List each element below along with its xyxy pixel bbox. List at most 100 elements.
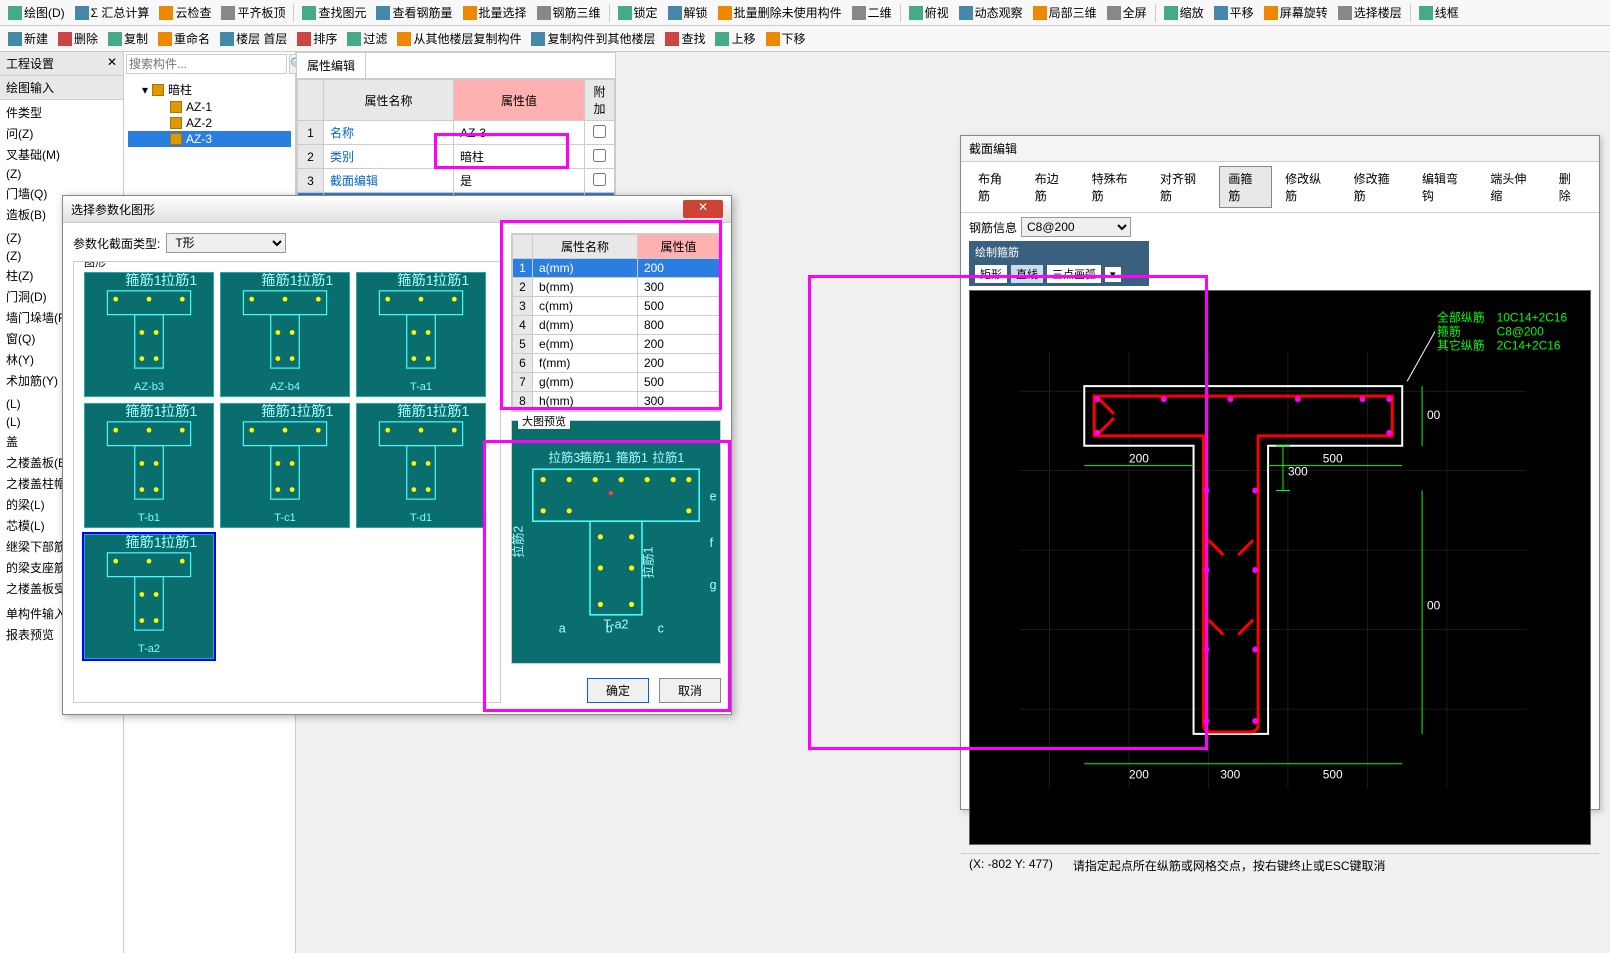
toolbar-item[interactable]: 查看钢筋量 xyxy=(372,2,456,23)
toolbar-item[interactable]: 缩放 xyxy=(1160,2,1208,23)
toolbar-item[interactable]: 复制 xyxy=(104,28,152,49)
draw-tool-button[interactable]: 矩形 xyxy=(975,265,1007,283)
toolbar-icon xyxy=(159,6,173,20)
toolbar-item[interactable]: 上移 xyxy=(711,28,759,49)
toolbar-item[interactable]: 平齐板顶 xyxy=(217,2,289,23)
toolbar-item[interactable]: 下移 xyxy=(762,28,810,49)
svg-text:拉筋1: 拉筋1 xyxy=(433,404,470,420)
property-row[interactable]: 2类别暗柱 xyxy=(298,145,615,169)
property-row[interactable]: 1名称AZ-3 xyxy=(298,121,615,145)
toolbar-item[interactable]: 解锁 xyxy=(664,2,712,23)
toolbar-item[interactable]: 删除 xyxy=(54,28,102,49)
toolbar-item[interactable]: 排序 xyxy=(293,28,341,49)
toolbar-item[interactable]: 二维 xyxy=(848,2,896,23)
cad-tab[interactable]: 修改纵筋 xyxy=(1276,166,1340,208)
toolbar-icon xyxy=(376,6,390,20)
cancel-button[interactable]: 取消 xyxy=(659,678,721,703)
toolbar-item[interactable]: 绘图(D) xyxy=(4,2,69,23)
extra-checkbox[interactable] xyxy=(593,149,606,162)
sidebar-item[interactable]: 件类型 xyxy=(0,102,123,123)
sidebar-item[interactable]: 叉基础(M) xyxy=(0,144,123,165)
tree-node[interactable]: AZ-2 xyxy=(128,115,291,131)
tree-node[interactable]: AZ-1 xyxy=(128,99,291,115)
toolbar-item[interactable]: 俯视 xyxy=(905,2,953,23)
svg-text:拉筋1: 拉筋1 xyxy=(433,273,470,289)
cad-tab[interactable]: 布角筋 xyxy=(969,166,1022,208)
column-icon xyxy=(170,133,182,145)
section-type-select[interactable]: T形 xyxy=(166,233,286,253)
toolbar-icon xyxy=(220,32,234,46)
toolbar-item[interactable]: Σ 汇总计算 xyxy=(71,2,154,23)
shape-card[interactable]: 箍筋1拉筋1AZ-b4 xyxy=(220,272,350,397)
svg-text:2C14+2C16: 2C14+2C16 xyxy=(1497,338,1561,352)
tab-property-edit[interactable]: 属性编辑 xyxy=(297,53,366,78)
sidebar-item[interactable]: 问(Z) xyxy=(0,123,123,144)
cad-tab[interactable]: 画箍筋 xyxy=(1219,166,1272,208)
toolbar-item[interactable]: 屏幕旋转 xyxy=(1260,2,1332,23)
cad-viewport[interactable]: 200 500 300 00 00 200 300 500 全部纵筋10C14+… xyxy=(969,290,1591,845)
svg-text:拉筋1: 拉筋1 xyxy=(161,404,198,420)
cad-tab[interactable]: 修改箍筋 xyxy=(1345,166,1409,208)
svg-text:e: e xyxy=(710,489,717,503)
rebar-info-select[interactable]: C8@200 xyxy=(1021,217,1131,237)
toolbar-item[interactable]: 批量选择 xyxy=(459,2,531,23)
cad-tab[interactable]: 端头伸缩 xyxy=(1481,166,1545,208)
extra-checkbox[interactable] xyxy=(593,173,606,186)
toolbar-item[interactable]: 查找 xyxy=(661,28,709,49)
toolbar-item[interactable]: 批量删除未使用构件 xyxy=(714,2,846,23)
toolbar-item[interactable]: 从其他楼层复制构件 xyxy=(393,28,525,49)
shape-card[interactable]: 箍筋1拉筋1T-d1 xyxy=(356,403,486,528)
param-row[interactable]: 4d(mm)800 xyxy=(513,316,720,335)
toolbar-item[interactable]: 重命名 xyxy=(154,28,214,49)
toolbar-item[interactable]: 过滤 xyxy=(343,28,391,49)
toolbar-item[interactable]: 动态观察 xyxy=(955,2,1027,23)
property-row[interactable]: 3截面编辑是 xyxy=(298,169,615,193)
toolbar-icon xyxy=(665,32,679,46)
cad-tab[interactable]: 编辑弯钩 xyxy=(1413,166,1477,208)
param-row[interactable]: 6f(mm)200 xyxy=(513,354,720,373)
cad-tab[interactable]: 特殊布筋 xyxy=(1083,166,1147,208)
ok-button[interactable]: 确定 xyxy=(587,678,649,703)
cad-tab[interactable]: 删除 xyxy=(1550,166,1591,208)
shape-card[interactable]: 箍筋1拉筋1T-a2 xyxy=(84,534,214,659)
sidebar-item[interactable]: (Z) xyxy=(0,165,123,183)
toolbar-item[interactable]: 选择楼层 xyxy=(1334,2,1406,23)
column-icon xyxy=(170,117,182,129)
shape-card[interactable]: 箍筋1拉筋1AZ-b3 xyxy=(84,272,214,397)
draw-tool-button[interactable]: 直线 xyxy=(1011,265,1043,283)
cad-tab[interactable]: 布边筋 xyxy=(1026,166,1079,208)
shape-card[interactable]: 箍筋1拉筋1T-a1 xyxy=(356,272,486,397)
close-icon[interactable]: ✕ xyxy=(107,55,117,69)
toolbar-item[interactable]: 局部三维 xyxy=(1029,2,1101,23)
toolbar-item[interactable]: 查找图元 xyxy=(298,2,370,23)
search-input[interactable] xyxy=(126,54,287,74)
tool-dropdown[interactable]: ▾ xyxy=(1105,267,1121,282)
toolbar-item[interactable]: 新建 xyxy=(4,28,52,49)
cad-tab[interactable]: 对齐钢筋 xyxy=(1151,166,1215,208)
tree-root[interactable]: ▾ 暗柱 xyxy=(128,80,291,99)
toolbar-item[interactable]: 全屏 xyxy=(1103,2,1151,23)
toolbar-item[interactable]: 线框 xyxy=(1415,2,1463,23)
extra-checkbox[interactable] xyxy=(593,125,606,138)
toolbar-item[interactable]: 云检查 xyxy=(155,2,215,23)
toolbar-item[interactable]: 钢筋三维 xyxy=(533,2,605,23)
param-row[interactable]: 3c(mm)500 xyxy=(513,297,720,316)
param-row[interactable]: 7g(mm)500 xyxy=(513,373,720,392)
param-row[interactable]: 1a(mm)200 xyxy=(513,259,720,278)
shape-card[interactable]: 箍筋1拉筋1T-c1 xyxy=(220,403,350,528)
toolbar-item[interactable]: 平移 xyxy=(1210,2,1258,23)
close-icon[interactable]: ✕ xyxy=(683,200,723,218)
toolbar-item[interactable]: 复制构件到其他楼层 xyxy=(527,28,659,49)
svg-text:200: 200 xyxy=(1129,452,1149,466)
svg-text:200: 200 xyxy=(1129,768,1149,782)
toolbar-icon xyxy=(108,32,122,46)
param-row[interactable]: 8h(mm)300 xyxy=(513,392,720,411)
param-row[interactable]: 5e(mm)200 xyxy=(513,335,720,354)
shape-card[interactable]: 箍筋1拉筋1T-b1 xyxy=(84,403,214,528)
tree-node[interactable]: AZ-3 xyxy=(128,131,291,147)
draw-tool-button[interactable]: 三点画弧 xyxy=(1047,265,1101,283)
toolbar-item[interactable]: 楼层 首层 xyxy=(216,28,291,49)
svg-text:300: 300 xyxy=(1288,465,1308,479)
toolbar-item[interactable]: 锁定 xyxy=(614,2,662,23)
param-row[interactable]: 2b(mm)300 xyxy=(513,278,720,297)
